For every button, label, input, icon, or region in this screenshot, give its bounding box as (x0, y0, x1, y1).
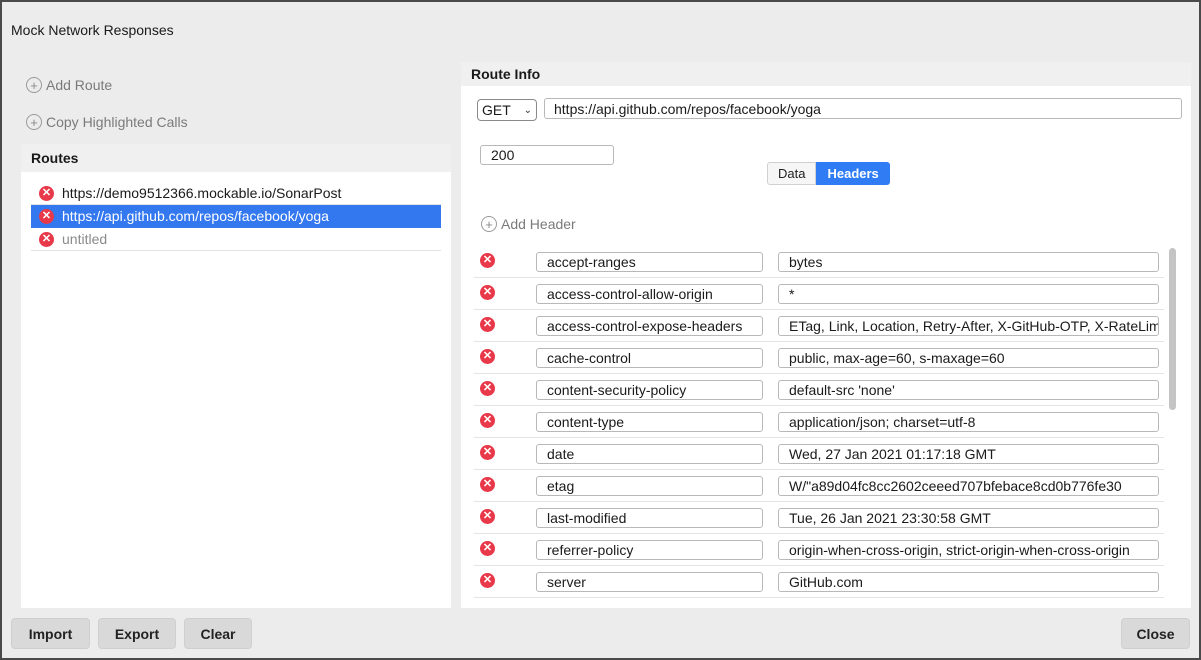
add-header-button[interactable]: + Add Header (481, 216, 576, 232)
delete-header-icon[interactable]: ✕ (480, 413, 495, 428)
tab-data[interactable]: Data (767, 162, 817, 185)
route-item[interactable]: ✕ untitled (31, 228, 441, 251)
route-info-header: Route Info (461, 62, 1191, 86)
add-route-button[interactable]: + Add Route (26, 77, 112, 93)
header-key-input[interactable]: cache-control (536, 348, 763, 368)
delete-header-icon[interactable]: ✕ (480, 541, 495, 556)
header-key-input[interactable]: referrer-policy (536, 540, 763, 560)
header-key-input[interactable]: date (536, 444, 763, 464)
copy-highlighted-calls-button[interactable]: + Copy Highlighted Calls (26, 114, 188, 130)
header-row: ✕ date Wed, 27 Jan 2021 01:17:18 GMT (474, 438, 1164, 470)
route-item[interactable]: ✕ https://demo9512366.mockable.io/SonarP… (31, 182, 441, 205)
delete-route-icon[interactable]: ✕ (39, 231, 54, 247)
header-value-input[interactable]: ETag, Link, Location, Retry-After, X-Git… (778, 316, 1159, 336)
delete-header-icon[interactable]: ✕ (480, 477, 495, 492)
delete-header-icon[interactable]: ✕ (480, 317, 495, 332)
header-value-input[interactable]: Wed, 27 Jan 2021 01:17:18 GMT (778, 444, 1159, 464)
header-row: ✕ server GitHub.com (474, 566, 1164, 598)
header-key-input[interactable]: etag (536, 476, 763, 496)
route-url: https://api.github.com/repos/facebook/yo… (62, 208, 329, 224)
header-key-input[interactable]: content-security-policy (536, 380, 763, 400)
header-row: ✕ access-control-allow-origin * (474, 278, 1164, 310)
header-value-input[interactable]: * (778, 284, 1159, 304)
delete-header-icon[interactable]: ✕ (480, 445, 495, 460)
header-value-input[interactable]: default-src 'none' (778, 380, 1159, 400)
header-row: ✕ last-modified Tue, 26 Jan 2021 23:30:5… (474, 502, 1164, 534)
header-key-input[interactable]: content-type (536, 412, 763, 432)
response-tabs: Data Headers (767, 162, 890, 185)
header-key-input[interactable]: last-modified (536, 508, 763, 528)
header-row: ✕ referrer-policy origin-when-cross-orig… (474, 534, 1164, 566)
route-info-panel: Route Info GET ⌄ https://api.github.com/… (461, 62, 1191, 608)
export-button[interactable]: Export (98, 618, 176, 649)
header-row: ✕ content-type application/json; charset… (474, 406, 1164, 438)
header-key-input[interactable]: access-control-expose-headers (536, 316, 763, 336)
header-key-input[interactable]: server (536, 572, 763, 592)
delete-header-icon[interactable]: ✕ (480, 509, 495, 524)
header-key-input[interactable]: accept-ranges (536, 252, 763, 272)
delete-route-icon[interactable]: ✕ (39, 185, 54, 201)
delete-header-icon[interactable]: ✕ (480, 381, 495, 396)
header-value-input[interactable]: origin-when-cross-origin, strict-origin-… (778, 540, 1159, 560)
plus-circle-icon: + (481, 216, 497, 232)
header-row: ✕ accept-ranges bytes (474, 246, 1164, 278)
header-value-input[interactable]: bytes (778, 252, 1159, 272)
route-item-selected[interactable]: ✕ https://api.github.com/repos/facebook/… (31, 205, 441, 228)
delete-header-icon[interactable]: ✕ (480, 573, 495, 588)
plus-circle-icon: + (26, 114, 42, 130)
routes-panel: Routes ✕ https://demo9512366.mockable.io… (21, 144, 451, 608)
headers-table: ✕ accept-ranges bytes ✕ access-control-a… (474, 246, 1164, 598)
add-route-label: Add Route (46, 77, 113, 93)
routes-header: Routes (21, 144, 451, 172)
header-row: ✕ cache-control public, max-age=60, s-ma… (474, 342, 1164, 374)
header-row: ✕ content-security-policy default-src 'n… (474, 374, 1164, 406)
url-input[interactable]: https://api.github.com/repos/facebook/yo… (544, 98, 1182, 119)
delete-header-icon[interactable]: ✕ (480, 285, 495, 300)
header-value-input[interactable]: public, max-age=60, s-maxage=60 (778, 348, 1159, 368)
route-url: https://demo9512366.mockable.io/SonarPos… (62, 185, 342, 201)
add-header-label: Add Header (501, 216, 576, 232)
plus-circle-icon: + (26, 77, 42, 93)
delete-route-icon[interactable]: ✕ (39, 208, 54, 224)
mock-network-dialog: Mock Network Responses + Add Route + Cop… (0, 0, 1201, 660)
header-key-input[interactable]: access-control-allow-origin (536, 284, 763, 304)
copy-highlighted-label: Copy Highlighted Calls (46, 114, 188, 130)
dialog-title: Mock Network Responses (11, 22, 174, 38)
route-url: untitled (62, 231, 108, 247)
delete-header-icon[interactable]: ✕ (480, 253, 495, 268)
delete-header-icon[interactable]: ✕ (480, 349, 495, 364)
method-select[interactable]: GET ⌄ (477, 99, 537, 121)
header-row: ✕ access-control-expose-headers ETag, Li… (474, 310, 1164, 342)
close-button[interactable]: Close (1121, 618, 1190, 649)
header-value-input[interactable]: Tue, 26 Jan 2021 23:30:58 GMT (778, 508, 1159, 528)
tab-headers[interactable]: Headers (816, 162, 890, 185)
headers-scrollbar[interactable] (1167, 246, 1177, 606)
header-value-input[interactable]: W/"a89d04fc8cc2602ceeed707bfebace8cd0b77… (778, 476, 1159, 496)
route-list: ✕ https://demo9512366.mockable.io/SonarP… (21, 172, 451, 251)
header-row: ✕ etag W/"a89d04fc8cc2602ceeed707bfebace… (474, 470, 1164, 502)
clear-button[interactable]: Clear (184, 618, 252, 649)
header-value-input[interactable]: GitHub.com (778, 572, 1159, 592)
chevron-down-icon: ⌄ (523, 104, 532, 116)
header-value-input[interactable]: application/json; charset=utf-8 (778, 412, 1159, 432)
scrollbar-thumb[interactable] (1169, 248, 1176, 410)
import-button[interactable]: Import (11, 618, 90, 649)
method-value: GET (482, 102, 511, 118)
status-code-input[interactable]: 200 (480, 145, 614, 165)
